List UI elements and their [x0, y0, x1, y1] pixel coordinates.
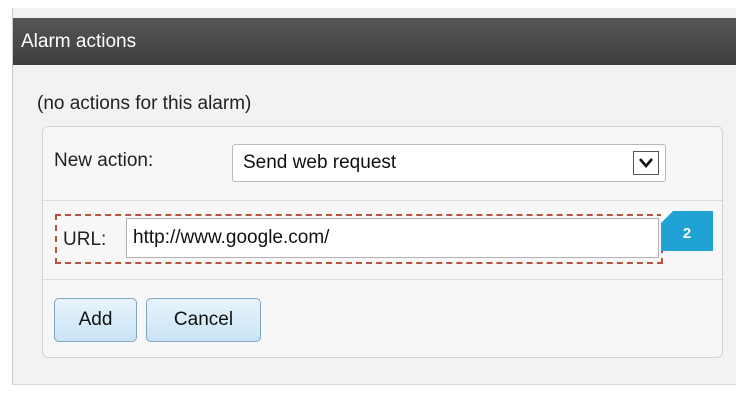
url-label: URL: — [63, 229, 107, 250]
step-callout-badge: 2 — [661, 211, 713, 251]
new-action-selected-value: Send web request — [243, 152, 397, 173]
callout-notch — [661, 211, 673, 223]
buttons-row: Add Cancel — [43, 281, 722, 357]
new-action-row: New action: Send web request — [43, 127, 722, 201]
empty-actions-message: (no actions for this alarm) — [37, 93, 252, 114]
new-action-form: New action: Send web request URL: Add Ca… — [42, 126, 723, 358]
alarm-actions-panel: Alarm actions (no actions for this alarm… — [12, 8, 736, 385]
new-action-label: New action: — [54, 150, 154, 171]
callout-number: 2 — [682, 225, 692, 242]
add-button[interactable]: Add — [54, 298, 137, 342]
url-input[interactable] — [126, 218, 659, 258]
panel-title: Alarm actions — [13, 18, 736, 65]
new-action-select[interactable]: Send web request — [232, 144, 666, 182]
chevron-down-icon[interactable] — [633, 151, 659, 175]
url-row: URL: — [43, 202, 722, 280]
cancel-button[interactable]: Cancel — [146, 298, 261, 342]
